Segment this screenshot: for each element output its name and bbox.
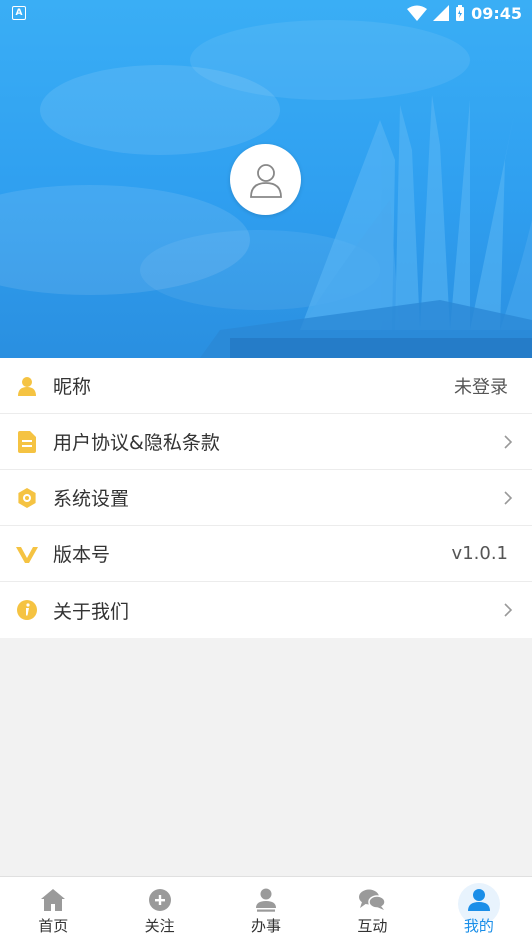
menu-item-settings[interactable]: 系统设置 xyxy=(0,470,532,526)
menu-item-label: 系统设置 xyxy=(53,488,130,510)
app-notification-icon: A xyxy=(12,6,26,20)
settings-icon xyxy=(16,487,38,509)
menu-item-version[interactable]: 版本号 v1.0.1 xyxy=(0,526,532,582)
bottom-tab-bar: 首页 关注 办事 互动 我的 xyxy=(0,876,532,946)
home-icon xyxy=(40,887,66,913)
tab-label: 关注 xyxy=(144,917,175,935)
menu-item-about[interactable]: 关于我们 xyxy=(0,582,532,638)
tab-mine[interactable]: 我的 xyxy=(426,877,532,946)
chevron-right-icon xyxy=(504,490,513,505)
tab-interact[interactable]: 互动 xyxy=(319,877,425,946)
chevron-right-icon xyxy=(504,603,513,617)
user-icon xyxy=(253,887,279,913)
chevron-right-icon xyxy=(504,434,513,449)
profile-icon xyxy=(466,887,492,913)
person-icon xyxy=(16,375,38,397)
menu-item-label: 关于我们 xyxy=(53,600,130,623)
add-icon xyxy=(147,887,173,913)
tab-label: 我的 xyxy=(463,917,494,935)
profile-header: A 09:45 xyxy=(0,0,532,358)
menu-item-label: 版本号 xyxy=(53,544,111,566)
user-avatar-icon xyxy=(249,163,282,198)
battery-icon xyxy=(456,5,465,21)
chat-icon xyxy=(359,887,386,913)
tab-label: 首页 xyxy=(38,917,69,935)
version-icon xyxy=(16,543,38,565)
menu-item-label: 用户协议&隐私条款 xyxy=(53,432,220,454)
info-icon xyxy=(16,599,38,621)
status-bar: A 09:45 xyxy=(0,0,532,26)
document-icon xyxy=(16,430,38,453)
menu-item-agreement[interactable]: 用户协议&隐私条款 xyxy=(0,414,532,470)
status-time: 09:45 xyxy=(471,3,522,23)
tab-label: 互动 xyxy=(357,917,388,935)
tab-home[interactable]: 首页 xyxy=(0,877,106,946)
wifi-icon xyxy=(407,5,428,21)
menu-item-label: 昵称 xyxy=(53,376,92,398)
menu-item-nickname[interactable]: 昵称 未登录 xyxy=(0,358,532,414)
version-value: v1.0.1 xyxy=(451,543,508,564)
tab-services[interactable]: 办事 xyxy=(213,877,319,946)
avatar[interactable] xyxy=(230,144,301,215)
tab-follow[interactable]: 关注 xyxy=(106,877,212,946)
signal-icon xyxy=(433,5,450,21)
profile-menu: 昵称 未登录 用户协议&隐私条款 系统设置 版本号 v1.0.1 关于我们 xyxy=(0,358,532,638)
login-status-value: 未登录 xyxy=(454,376,508,398)
tab-label: 办事 xyxy=(251,917,282,935)
